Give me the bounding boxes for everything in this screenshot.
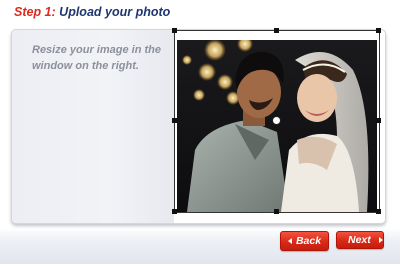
- step-title: Upload your photo: [59, 5, 171, 19]
- back-button[interactable]: Back: [280, 231, 329, 251]
- triangle-right-icon: [378, 237, 383, 243]
- move-handle[interactable]: [272, 116, 281, 125]
- triangle-left-icon: [287, 238, 292, 244]
- resize-handle-left[interactable]: [172, 118, 177, 123]
- uploaded-photo: [177, 40, 377, 212]
- resize-handle-bottom[interactable]: [274, 209, 279, 214]
- resize-handle-bottom-right[interactable]: [376, 209, 381, 214]
- resize-handle-top-right[interactable]: [376, 28, 381, 33]
- step-heading: Step 1: Upload your photo: [14, 5, 170, 19]
- resize-handle-bottom-left[interactable]: [172, 209, 177, 214]
- next-button-label: Next: [348, 234, 371, 246]
- step-number: Step 1:: [14, 5, 56, 19]
- instructions-text: Resize your image in the window on the r…: [32, 44, 161, 72]
- instructions-pane: Resize your image in the window on the r…: [12, 30, 174, 223]
- next-button[interactable]: Next: [336, 231, 384, 249]
- back-button-label: Back: [295, 235, 322, 247]
- resize-handle-top-left[interactable]: [172, 28, 177, 33]
- resize-handle-top[interactable]: [274, 28, 279, 33]
- resize-handle-right[interactable]: [376, 118, 381, 123]
